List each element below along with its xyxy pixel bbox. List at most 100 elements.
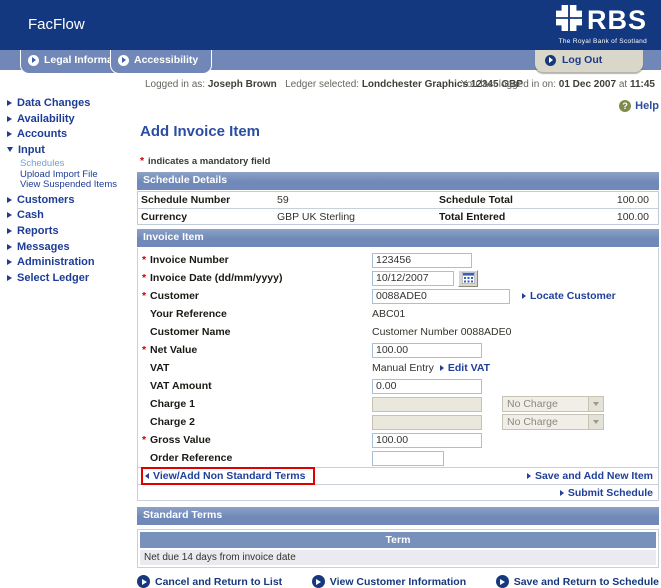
last-login-date: 01 Dec 2007	[559, 79, 616, 90]
invoice-item-form: *Invoice Number *Invoice Date (dd/mm/yyy…	[137, 248, 659, 501]
sidebar-item-label: Administration	[17, 256, 95, 268]
chevron-right-icon	[7, 259, 12, 265]
calendar-button[interactable]	[458, 270, 478, 287]
sidebar-item-data-changes[interactable]: Data Changes	[7, 97, 137, 109]
charge1-select: No Charge	[502, 396, 604, 412]
arrow-left-icon	[145, 473, 149, 479]
arrow-right-icon	[522, 293, 526, 299]
chevron-right-icon	[7, 244, 12, 250]
table-row: Currency GBP UK Sterling Total Entered 1…	[138, 208, 658, 224]
invoice-number-label: *Invoice Number	[142, 254, 372, 266]
charge2-row: Charge 2 No Charge	[138, 413, 658, 431]
help-link[interactable]: ? Help	[619, 100, 659, 112]
invoice-number-input[interactable]	[372, 253, 472, 268]
chevron-right-icon	[7, 275, 12, 281]
order-reference-row: Order Reference	[138, 449, 658, 467]
footer-actions: Cancel and Return to List View Customer …	[137, 575, 659, 588]
schedule-details-header: Schedule Details	[137, 172, 659, 190]
customer-input[interactable]	[372, 289, 510, 304]
required-marker: *	[142, 344, 150, 356]
save-and-add-new-item-link[interactable]: Save and Add New Item	[527, 470, 653, 482]
sidebar-subitem-view-suspended-items[interactable]: View Suspended Items	[20, 180, 137, 191]
invoice-links-row: View/Add Non Standard Terms Save and Add…	[138, 467, 658, 484]
term-column-header: Term	[140, 532, 656, 548]
customer-row: *Customer Locate Customer	[138, 287, 658, 305]
logout-button[interactable]: Log Out	[535, 50, 643, 72]
sidebar-item-label: Customers	[17, 194, 74, 206]
page-title: Add Invoice Item	[140, 123, 659, 140]
arrow-circle-icon	[137, 575, 150, 588]
sidebar-item-accounts[interactable]: Accounts	[7, 128, 137, 140]
chevron-down-icon	[7, 147, 13, 152]
sidebar-item-administration[interactable]: Administration	[7, 256, 137, 268]
sidebar-item-label: Messages	[17, 241, 70, 253]
rbs-tagline: The Royal Bank of Scotland	[556, 38, 647, 45]
vat-label: VAT	[142, 362, 372, 374]
invoice-date-label: *Invoice Date (dd/mm/yyyy)	[142, 272, 372, 284]
sidebar-item-input[interactable]: Input	[7, 144, 137, 156]
invoice-date-row: *Invoice Date (dd/mm/yyyy)	[138, 269, 658, 287]
gross-value-label: *Gross Value	[142, 434, 372, 446]
logged-in-user: Joseph Brown	[208, 79, 277, 90]
cancel-and-return-button[interactable]: Cancel and Return to List	[137, 575, 282, 588]
invoice-item-header: Invoice Item	[137, 229, 659, 247]
chevron-down-icon	[588, 397, 603, 411]
logout-label: Log Out	[562, 54, 602, 66]
charge1-label: Charge 1	[142, 398, 372, 410]
invoice-number-row: *Invoice Number	[138, 251, 658, 269]
gross-value-input[interactable]	[372, 433, 482, 448]
main-content: ? Help Add Invoice Item * indicates a man…	[137, 96, 659, 588]
submit-schedule-link[interactable]: Submit Schedule	[560, 487, 653, 499]
last-login-info: You last logged in on: 01 Dec 2007 at 11…	[461, 79, 655, 90]
chevron-right-icon	[7, 197, 12, 203]
rbs-logo: RBS The Royal Bank of Scotland	[556, 5, 647, 45]
ledger-label: Ledger selected:	[285, 79, 359, 90]
sidebar-item-label: Select Ledger	[17, 272, 89, 284]
arrow-right-icon	[560, 490, 564, 496]
gross-value-row: *Gross Value	[138, 431, 658, 449]
charge2-label: Charge 2	[142, 416, 372, 428]
net-value-input[interactable]	[372, 343, 482, 358]
sidebar-item-availability[interactable]: Availability	[7, 113, 137, 125]
sidebar-item-cash[interactable]: Cash	[7, 209, 137, 221]
view-customer-information-button[interactable]: View Customer Information	[312, 575, 466, 588]
sidebar-item-label: Availability	[17, 113, 75, 125]
vat-amount-label: VAT Amount	[142, 380, 372, 392]
mandatory-note-text: indicates a mandatory field	[148, 156, 270, 167]
chevron-right-icon	[7, 131, 12, 137]
vat-amount-input[interactable]	[372, 379, 482, 394]
save-and-return-button[interactable]: Save and Return to Schedule	[496, 575, 659, 588]
tab-label: Accessibility	[134, 54, 198, 66]
sidebar-item-label: Cash	[17, 209, 44, 221]
total-entered-label: Total Entered	[439, 211, 589, 223]
sidebar-item-select-ledger[interactable]: Select Ledger	[7, 272, 137, 284]
submit-schedule-row: Submit Schedule	[138, 484, 658, 500]
vat-amount-row: VAT Amount	[138, 377, 658, 395]
sidebar-item-messages[interactable]: Messages	[7, 241, 137, 253]
invoice-date-input[interactable]	[372, 271, 454, 286]
required-marker: *	[142, 254, 150, 266]
tab-accessibility[interactable]: Accessibility	[110, 50, 212, 74]
help-icon: ?	[619, 100, 631, 112]
required-marker: *	[142, 272, 150, 284]
sidebar-item-reports[interactable]: Reports	[7, 225, 137, 237]
sidebar-item-label: Data Changes	[17, 97, 90, 109]
edit-vat-link[interactable]: Edit VAT	[440, 362, 490, 374]
customer-name-value: Customer Number 0088ADE0	[372, 326, 511, 338]
locate-customer-link[interactable]: Locate Customer	[522, 290, 616, 302]
view-add-non-standard-terms-link[interactable]: View/Add Non Standard Terms	[145, 470, 305, 482]
calendar-icon	[462, 272, 475, 284]
net-value-row: *Net Value	[138, 341, 658, 359]
app-title: FacFlow	[28, 16, 85, 33]
order-reference-input[interactable]	[372, 451, 444, 466]
red-highlight-box: View/Add Non Standard Terms	[141, 467, 315, 485]
your-reference-label: Your Reference	[142, 308, 372, 320]
schedule-total-value: 100.00	[589, 194, 655, 206]
vat-mode-value: Manual Entry	[372, 362, 434, 374]
rbs-daisy-icon	[556, 5, 582, 36]
arrow-right-icon	[440, 365, 444, 371]
sidebar-item-customers[interactable]: Customers	[7, 194, 137, 206]
arrow-circle-icon	[496, 575, 509, 588]
schedule-number-value: 59	[277, 194, 439, 206]
sidebar-item-label: Accounts	[17, 128, 67, 140]
